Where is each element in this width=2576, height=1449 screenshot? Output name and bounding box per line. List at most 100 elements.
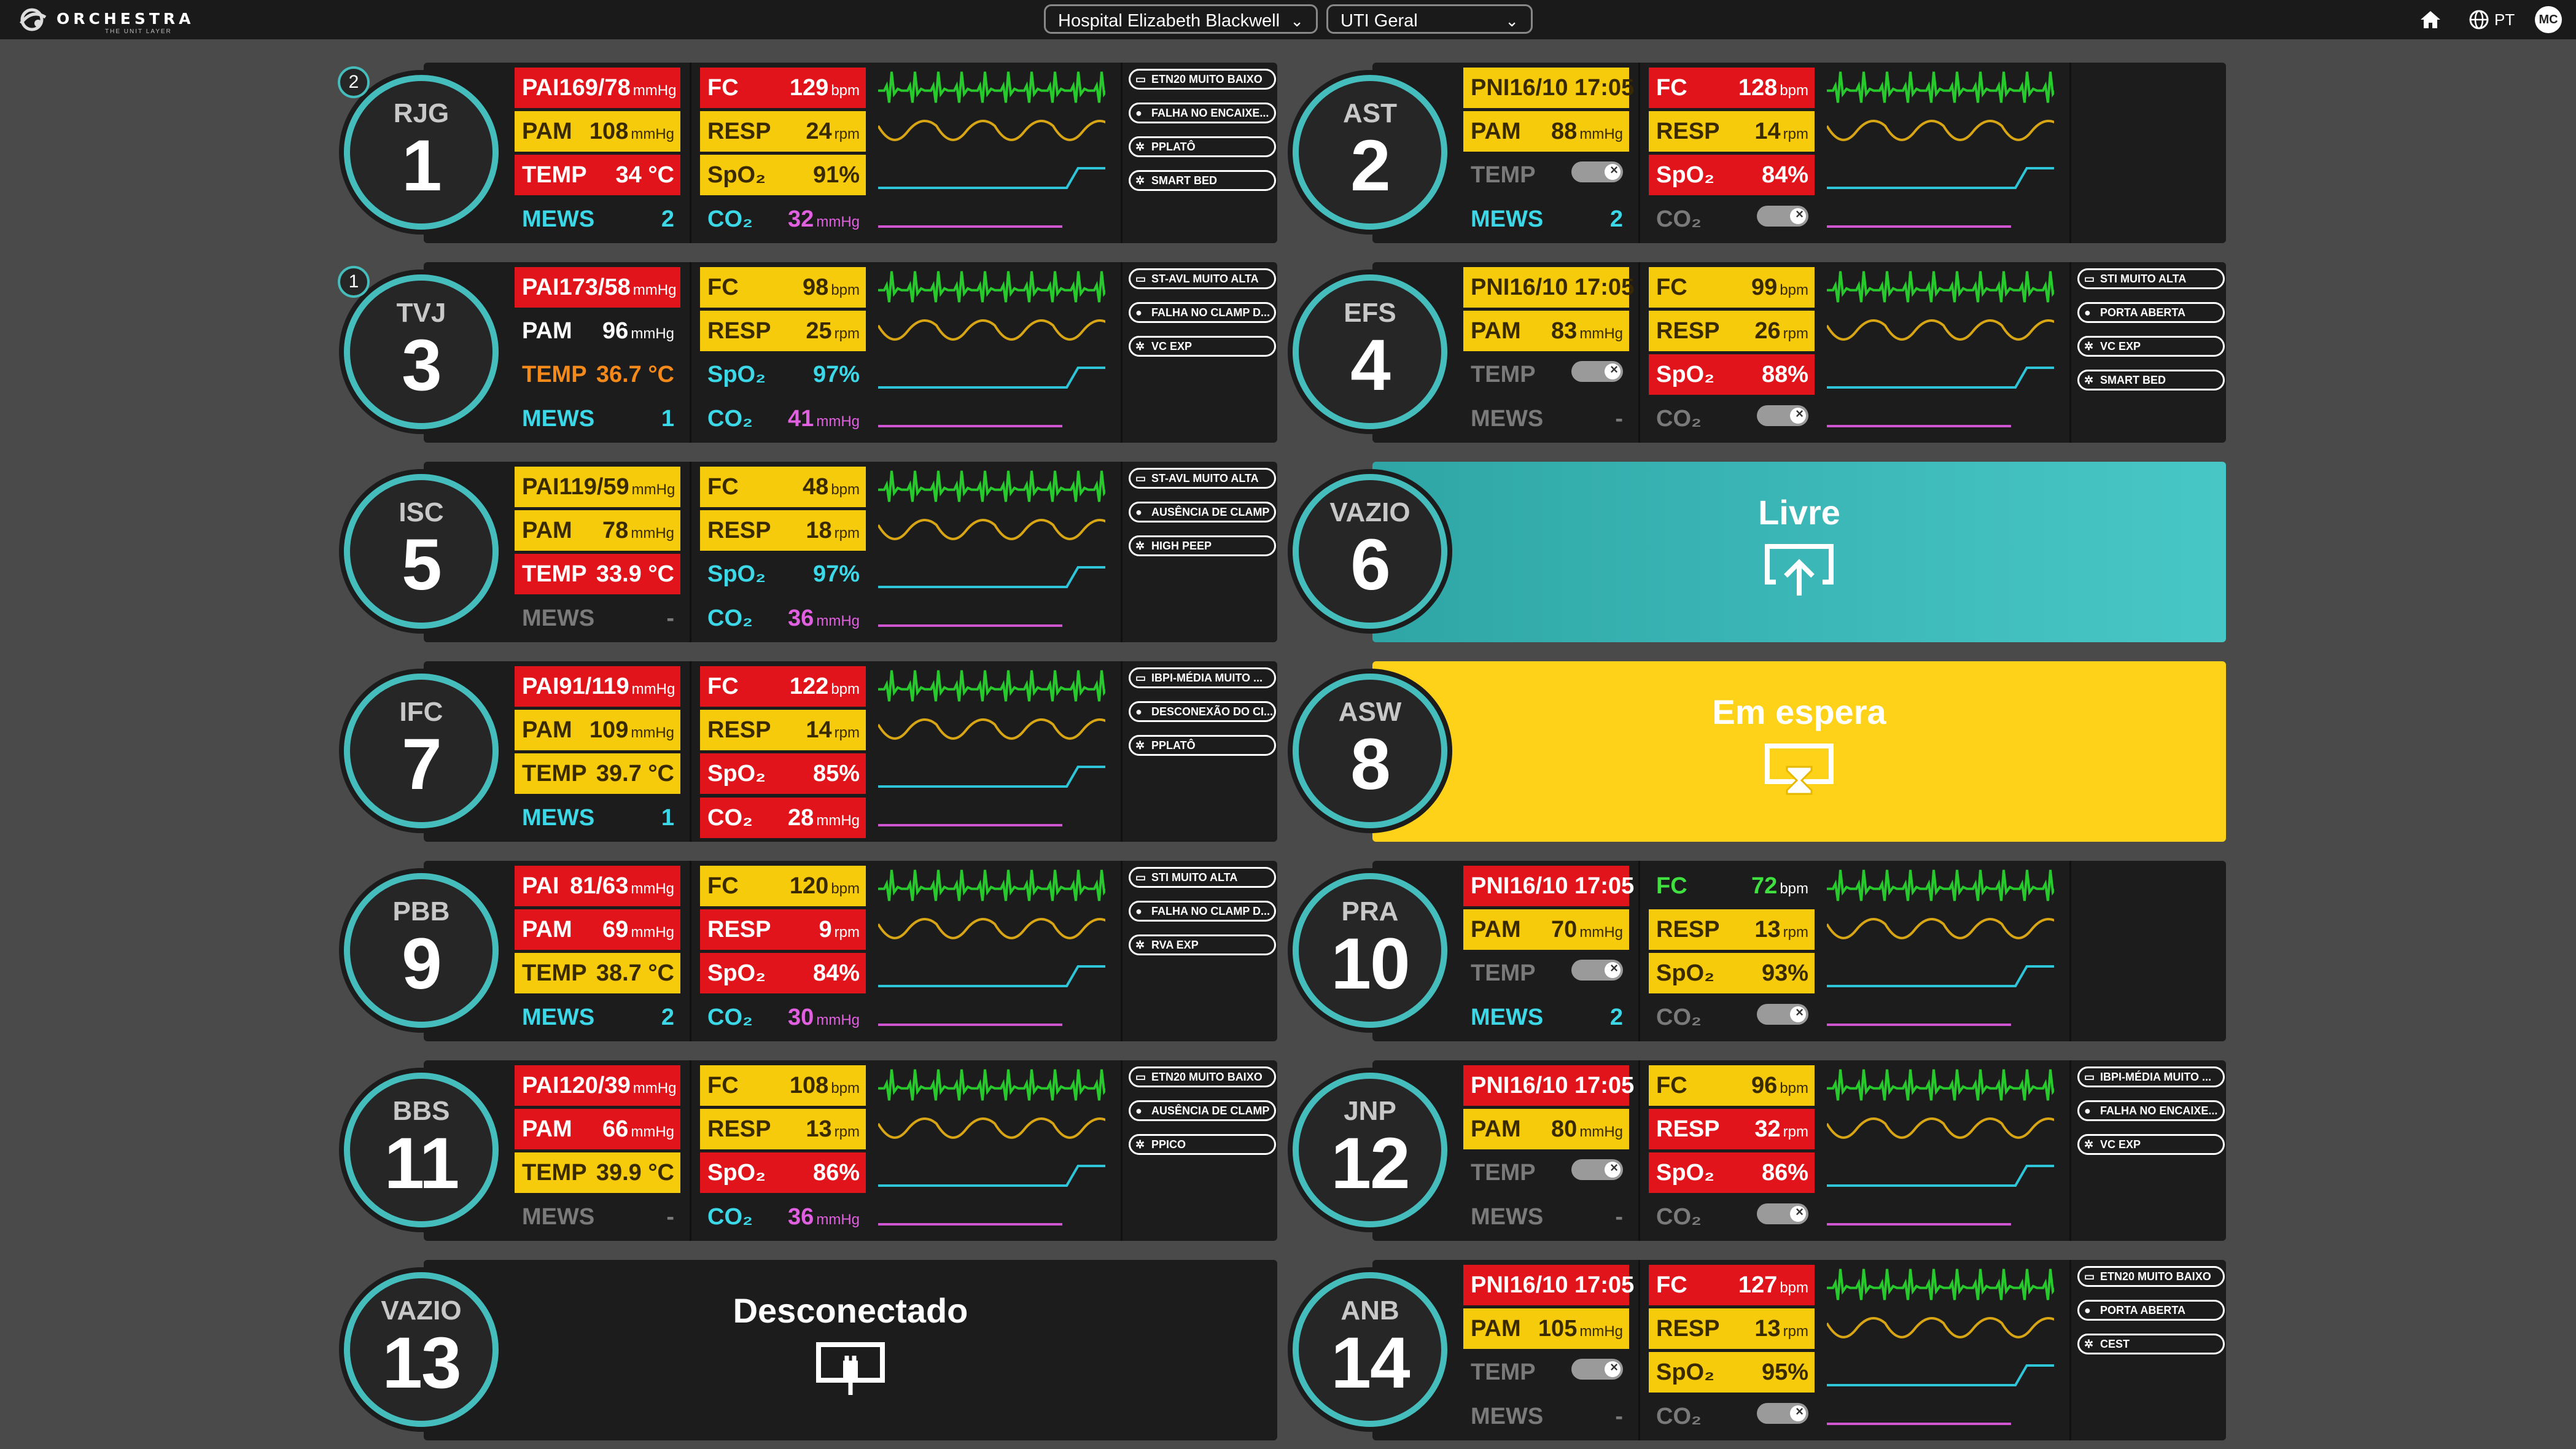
vital-resp-cell[interactable]: RESP 32 rpm [1649,1109,1815,1149]
vital-co-cell[interactable]: CO₂ 32 mmHg [700,199,866,239]
vital-temp-cell[interactable]: TEMP 38.7 °C [515,953,680,993]
vital-pam-cell[interactable]: PAM 105 mmHg [1463,1308,1629,1349]
vital-mews-cell[interactable]: MEWS 2 [1463,997,1629,1038]
vital-pam-cell[interactable]: PAM 78 mmHg [515,510,680,551]
vital-resp-cell[interactable]: RESP 13 rpm [1649,1308,1815,1349]
vital-temp-cell[interactable]: TEMP × [1463,354,1629,395]
vital-spo-cell[interactable]: SpO₂ 84% [700,953,866,993]
vital-co-cell[interactable]: CO₂ × [1649,997,1815,1038]
vital-fc-cell[interactable]: FC 96 bpm [1649,1065,1815,1106]
vital-spo-cell[interactable]: SpO₂ 86% [700,1152,866,1193]
alarm-pill[interactable]: ✲ SMART BED [2077,370,2225,390]
vital-co-cell[interactable]: CO₂ 30 mmHg [700,997,866,1038]
bed-number-circle[interactable]: JNP 12 [1293,1073,1447,1227]
vital-resp-cell[interactable]: RESP 14 rpm [700,710,866,750]
bed-card-14[interactable]: PNI 16/10 17:05 PAM 105 mmHg TEMP × MEWS - FC 127 b… [1293,1260,2226,1440]
alarm-pill[interactable]: ▭ ST-AVL MUITO ALTA [1129,468,1276,489]
vital-fc-cell[interactable]: FC 120 bpm [700,866,866,906]
alarm-pill[interactable]: ▭ STI MUITO ALTA [1129,867,1276,888]
vital-mews-cell[interactable]: MEWS 1 [515,398,680,439]
bed-number-circle[interactable]: VAZIO 6 [1293,474,1447,629]
vital-temp-cell[interactable]: TEMP × [1463,155,1629,195]
vital-co-cell[interactable]: CO₂ 36 mmHg [700,598,866,639]
vital-mews-cell[interactable]: MEWS - [515,598,680,639]
vital-pai-cell[interactable]: PAI 169/78 mmHg [515,68,680,108]
bed-status-panel[interactable]: Livre [1372,462,2226,642]
alarm-pill[interactable]: ● PORTA ABERTA [2077,302,2225,323]
alarm-pill[interactable]: ▭ ETN20 MUITO BAIXO [1129,69,1276,90]
vital-pai-cell[interactable]: PAI 91/119 mmHg [515,666,680,707]
vital-spo-cell[interactable]: SpO₂ 84% [1649,155,1815,195]
alarm-pill[interactable]: ▭ ETN20 MUITO BAIXO [1129,1066,1276,1087]
alarm-pill[interactable]: ✲ PPLATÔ [1129,136,1276,157]
vital-fc-cell[interactable]: FC 99 bpm [1649,267,1815,308]
vital-temp-cell[interactable]: TEMP 36.7 °C [515,354,680,395]
vital-resp-cell[interactable]: RESP 13 rpm [1649,909,1815,950]
vital-spo-cell[interactable]: SpO₂ 97% [700,354,866,395]
vital-co-cell[interactable]: CO₂ × [1649,398,1815,439]
toggle-switch[interactable]: × [1757,206,1808,227]
vital-fc-cell[interactable]: FC 122 bpm [700,666,866,707]
vital-fc-cell[interactable]: FC 108 bpm [700,1065,866,1106]
alarm-pill[interactable]: ✲ VC EXP [2077,336,2225,357]
bed-card-5[interactable]: PAI 119/59 mmHg PAM 78 mmHg TEMP 33.9 °C MEWS - FC… [344,462,1277,642]
vital-pam-cell[interactable]: PAM 70 mmHg [1463,909,1629,950]
vital-co-cell[interactable]: CO₂ × [1649,1197,1815,1237]
bed-card-2[interactable]: PNI 16/10 17:05 PAM 88 mmHg TEMP × MEWS 2 FC 128 bp… [1293,63,2226,243]
toggle-switch[interactable]: × [1571,1159,1623,1180]
vital-spo-cell[interactable]: SpO₂ 97% [700,554,866,594]
vital-pni-cell[interactable]: PNI 16/10 17:05 [1463,1265,1634,1305]
alarm-pill[interactable]: ▭ ETN20 MUITO BAIXO [2077,1266,2225,1287]
home-button[interactable] [2418,5,2443,34]
vital-temp-cell[interactable]: TEMP 34 °C [515,155,680,195]
vital-pni-cell[interactable]: PNI 16/10 17:05 [1463,267,1634,308]
toggle-switch[interactable]: × [1757,405,1808,426]
vital-pam-cell[interactable]: PAM 83 mmHg [1463,311,1629,351]
alarm-pill[interactable]: ✲ VC EXP [2077,1134,2225,1155]
vital-pam-cell[interactable]: PAM 80 mmHg [1463,1109,1629,1149]
alarm-pill[interactable]: ● FALHA NO ENCAIXE... [2077,1100,2225,1121]
alarm-pill[interactable]: ● FALHA NO CLAMP D... [1129,901,1276,922]
vital-mews-cell[interactable]: MEWS - [515,1197,680,1237]
hospital-select[interactable]: Hospital Elizabeth Blackwell ⌄ [1044,4,1318,34]
vital-temp-cell[interactable]: TEMP × [1463,1352,1629,1393]
vital-pam-cell[interactable]: PAM 109 mmHg [515,710,680,750]
bed-card-11[interactable]: PAI 120/39 mmHg PAM 66 mmHg TEMP 39.9 °C MEWS - FC… [344,1060,1277,1241]
bed-status-panel[interactable]: Em espera [1372,661,2226,842]
vital-resp-cell[interactable]: RESP 25 rpm [700,311,866,351]
toggle-switch[interactable]: × [1757,1403,1808,1424]
vital-pam-cell[interactable]: PAM 66 mmHg [515,1109,680,1149]
vital-mews-cell[interactable]: MEWS - [1463,1197,1629,1237]
vital-resp-cell[interactable]: RESP 26 rpm [1649,311,1815,351]
alarm-pill[interactable]: ✲ HIGH PEEP [1129,535,1276,556]
toggle-switch[interactable]: × [1757,1004,1808,1025]
alarm-pill[interactable]: ✲ RVA EXP [1129,934,1276,955]
vital-pni-cell[interactable]: PNI 16/10 17:05 [1463,68,1634,108]
alarm-pill[interactable]: ● FALHA NO CLAMP D... [1129,302,1276,323]
vital-resp-cell[interactable]: RESP 24 rpm [700,111,866,152]
alarm-pill[interactable]: ✲ CEST [2077,1334,2225,1354]
bed-card-9[interactable]: PAI 81/63 mmHg PAM 69 mmHg TEMP 38.7 °C MEWS 2 FC 1… [344,861,1277,1041]
vital-pai-cell[interactable]: PAI 119/59 mmHg [515,467,680,507]
toggle-switch[interactable]: × [1571,361,1623,382]
bed-card-10[interactable]: PNI 16/10 17:05 PAM 70 mmHg TEMP × MEWS 2 FC 72 bpm… [1293,861,2226,1041]
user-avatar[interactable]: MC [2535,6,2562,33]
bed-number-circle[interactable]: BBS 11 [344,1073,499,1227]
vital-temp-cell[interactable]: TEMP × [1463,1152,1629,1193]
alarm-pill[interactable]: ● PORTA ABERTA [2077,1300,2225,1321]
vital-pam-cell[interactable]: PAM 96 mmHg [515,311,680,351]
vital-pni-cell[interactable]: PNI 16/10 17:05 [1463,866,1634,906]
vital-pam-cell[interactable]: PAM 88 mmHg [1463,111,1629,152]
bed-card-1[interactable]: PAI 169/78 mmHg PAM 108 mmHg TEMP 34 °C MEWS 2 FC 1… [338,63,1277,243]
toggle-switch[interactable]: × [1571,161,1623,182]
vital-pai-cell[interactable]: PAI 120/39 mmHg [515,1065,680,1106]
vital-temp-cell[interactable]: TEMP 33.9 °C [515,554,680,594]
toggle-switch[interactable]: × [1571,960,1623,981]
alarm-pill[interactable]: ▭ IBPI-MÉDIA MUITO ... [2077,1066,2225,1087]
bed-number-circle[interactable]: TVJ 3 [344,274,499,429]
bed-number-circle[interactable]: ANB 14 [1293,1272,1447,1427]
vital-resp-cell[interactable]: RESP 14 rpm [1649,111,1815,152]
vital-co-cell[interactable]: CO₂ 28 mmHg [700,798,866,838]
vital-resp-cell[interactable]: RESP 18 rpm [700,510,866,551]
vital-mews-cell[interactable]: MEWS 2 [515,199,680,239]
